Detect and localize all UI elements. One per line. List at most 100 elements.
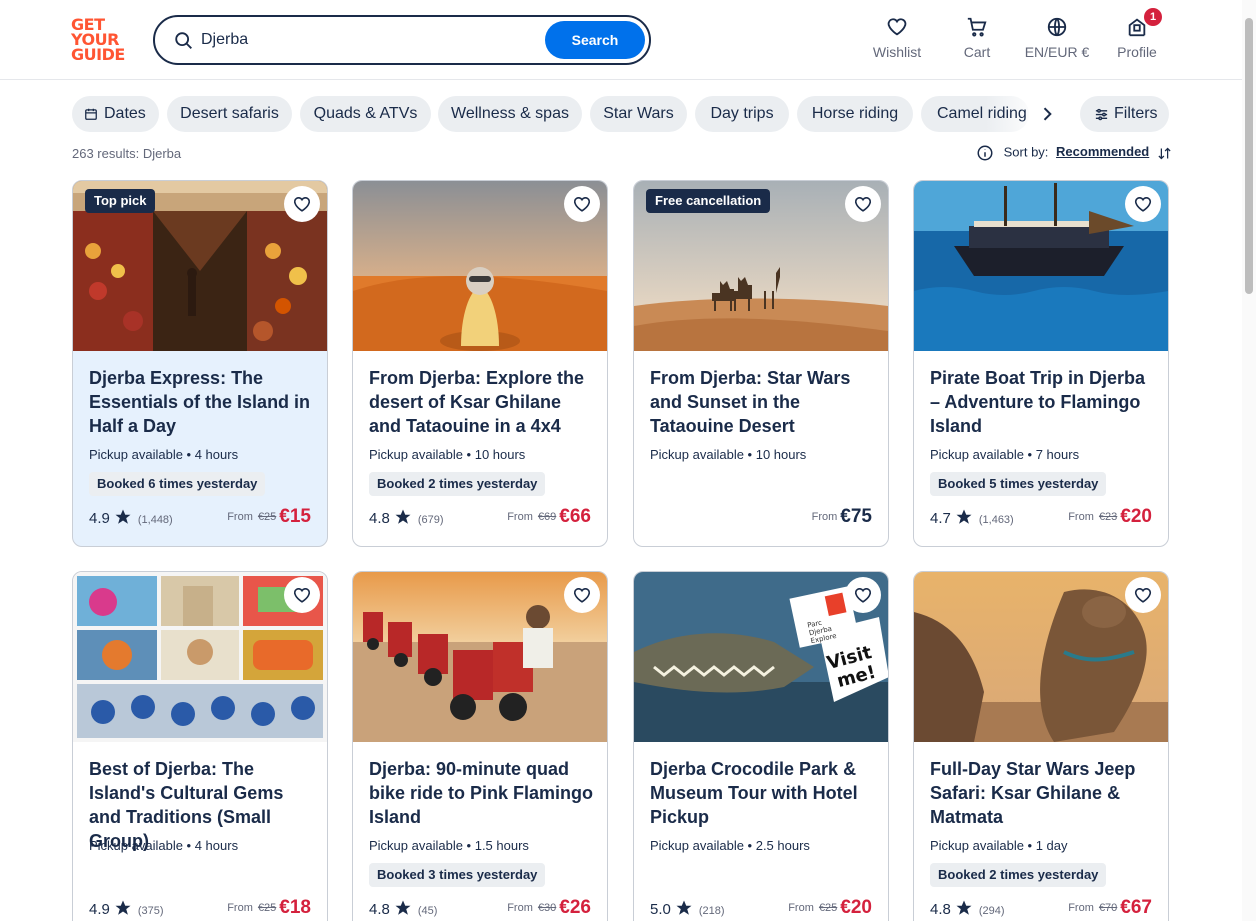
- info-icon[interactable]: [976, 144, 994, 162]
- review-count: (1,463): [978, 514, 1014, 526]
- free-cancellation-badge: Free cancellation: [646, 189, 771, 213]
- add-to-wishlist-button[interactable]: [1125, 186, 1161, 222]
- price-from-label: From: [507, 511, 533, 523]
- add-to-wishlist-button[interactable]: [284, 186, 320, 222]
- star-icon: [676, 900, 692, 915]
- current-price: €20: [840, 897, 872, 918]
- chip-quads-atvs[interactable]: Quads & ATVs: [300, 96, 431, 132]
- star-icon: [115, 509, 131, 524]
- activity-card[interactable]: Parc Djerba Explore Visit me! Djerba Cro…: [633, 571, 889, 921]
- activity-meta: Pickup available • 2.5 hours: [650, 838, 810, 853]
- page-scrollbar[interactable]: [1242, 0, 1256, 921]
- search-input[interactable]: [201, 27, 541, 53]
- price: From €25 €18: [227, 897, 311, 919]
- heart-icon: [1134, 588, 1152, 603]
- price-from-label: From: [1068, 511, 1094, 523]
- add-to-wishlist-button[interactable]: [845, 186, 881, 222]
- wishlist-nav[interactable]: Wishlist: [872, 16, 922, 60]
- review-count: (45): [417, 905, 438, 917]
- getyourguide-logo[interactable]: GET YOUR GUIDE: [71, 17, 131, 63]
- sort-label: Sort by:: [1003, 144, 1049, 160]
- sort-arrows-icon[interactable]: [1157, 146, 1172, 161]
- rating: 4.9 (1,448): [89, 508, 173, 527]
- add-to-wishlist-button[interactable]: [845, 577, 881, 613]
- star-icon: [956, 509, 972, 524]
- price-from-label: From: [788, 902, 814, 914]
- booked-badge: Booked 6 times yesterday: [89, 472, 266, 496]
- chip-star-wars[interactable]: Star Wars: [590, 96, 687, 132]
- sliders-icon: [1095, 108, 1108, 121]
- current-price: €67: [1120, 897, 1152, 918]
- scrollbar-thumb[interactable]: [1245, 18, 1253, 294]
- chip-horse-riding[interactable]: Horse riding: [797, 96, 913, 132]
- add-to-wishlist-button[interactable]: [284, 577, 320, 613]
- chip-camel-riding[interactable]: Camel riding: [921, 96, 1029, 132]
- profile-badge: 1: [1144, 8, 1162, 26]
- price: From €30 €26: [507, 897, 591, 919]
- heart-icon: [293, 197, 311, 212]
- price-from-label: From: [507, 902, 533, 914]
- activity-card[interactable]: Pirate Boat Trip in Djerba – Adventure t…: [913, 180, 1169, 547]
- heart-icon: [887, 18, 907, 36]
- chip-dates[interactable]: Dates: [72, 96, 159, 132]
- activity-card[interactable]: Top pick Djerba Express: The Essentials …: [72, 180, 328, 547]
- price: From €25 €15: [227, 506, 311, 528]
- current-price: €66: [559, 506, 591, 527]
- add-to-wishlist-button[interactable]: [564, 186, 600, 222]
- rating-value: 4.9: [89, 901, 110, 918]
- review-count: (375): [137, 905, 164, 917]
- rating-value: 4.8: [369, 510, 390, 527]
- sort-control[interactable]: Sort by: Recommended: [976, 144, 1172, 162]
- price-from-label: From: [227, 902, 253, 914]
- activity-card[interactable]: Best of Djerba: The Island's Cultural Ge…: [72, 571, 328, 921]
- results-count: 263 results: Djerba: [72, 146, 182, 161]
- chip-label: Horse riding: [811, 105, 899, 122]
- chip-desert-safaris[interactable]: Desert safaris: [167, 96, 292, 132]
- chip-wellness-spas[interactable]: Wellness & spas: [438, 96, 582, 132]
- price: From €70 €67: [1068, 897, 1152, 919]
- activity-card[interactable]: Full-Day Star Wars Jeep Safari: Ksar Ghi…: [913, 571, 1169, 921]
- heart-icon: [854, 197, 872, 212]
- add-to-wishlist-button[interactable]: [1125, 577, 1161, 613]
- price: From €25 €20: [788, 897, 872, 919]
- current-price: €75: [840, 506, 872, 527]
- activity-title[interactable]: Full-Day Star Wars Jeep Safari: Ksar Ghi…: [930, 757, 1158, 829]
- sort-value[interactable]: Recommended: [1056, 144, 1149, 159]
- heart-icon: [854, 588, 872, 603]
- current-price: €20: [1120, 506, 1152, 527]
- rating: 4.9 (375): [89, 899, 164, 918]
- activity-title[interactable]: Djerba: 90-minute quad bike ride to Pink…: [369, 757, 597, 829]
- activity-card[interactable]: From Djerba: Explore the desert of Ksar …: [352, 180, 608, 547]
- filters-button[interactable]: Filters: [1080, 96, 1169, 132]
- activity-title[interactable]: Djerba Express: The Essentials of the Is…: [89, 366, 317, 438]
- language-currency-nav[interactable]: EN/EUR €: [1022, 16, 1092, 60]
- heart-icon: [573, 197, 591, 212]
- search-icon: [175, 32, 192, 49]
- star-icon: [115, 900, 131, 915]
- rating-value: 4.7: [930, 510, 951, 527]
- profile-nav[interactable]: 1 Profile: [1115, 8, 1162, 60]
- review-count: (1,448): [137, 514, 173, 526]
- review-count: (679): [417, 514, 444, 526]
- booked-badge: Booked 3 times yesterday: [369, 863, 546, 887]
- search-button[interactable]: Search: [545, 21, 645, 59]
- calendar-icon: [85, 108, 97, 120]
- activity-meta: Pickup available • 4 hours: [89, 838, 239, 853]
- activity-card[interactable]: Free cancellation From Djerba: Star Wars…: [633, 180, 889, 547]
- activity-title[interactable]: Djerba Crocodile Park & Museum Tour with…: [650, 757, 878, 829]
- activity-card[interactable]: Djerba: 90-minute quad bike ride to Pink…: [352, 571, 608, 921]
- rating-value: 5.0: [650, 901, 671, 918]
- cart-nav[interactable]: Cart: [957, 16, 997, 60]
- top-header: GET YOUR GUIDE Search Wishlist Cart EN/E…: [0, 0, 1256, 80]
- add-to-wishlist-button[interactable]: [564, 577, 600, 613]
- profile-label: Profile: [1117, 44, 1157, 60]
- activity-title[interactable]: From Djerba: Star Wars and Sunset in the…: [650, 366, 878, 438]
- rating: 4.7 (1,463): [930, 508, 1014, 527]
- activity-title[interactable]: From Djerba: Explore the desert of Ksar …: [369, 366, 597, 438]
- activity-title[interactable]: Pirate Boat Trip in Djerba – Adventure t…: [930, 366, 1158, 438]
- activity-meta: Pickup available • 10 hours: [369, 447, 526, 462]
- chevron-right-icon[interactable]: [1037, 104, 1057, 124]
- old-price: €70: [1098, 902, 1118, 914]
- chip-day-trips[interactable]: Day trips: [695, 96, 789, 132]
- logo-line: GUIDE: [71, 45, 125, 64]
